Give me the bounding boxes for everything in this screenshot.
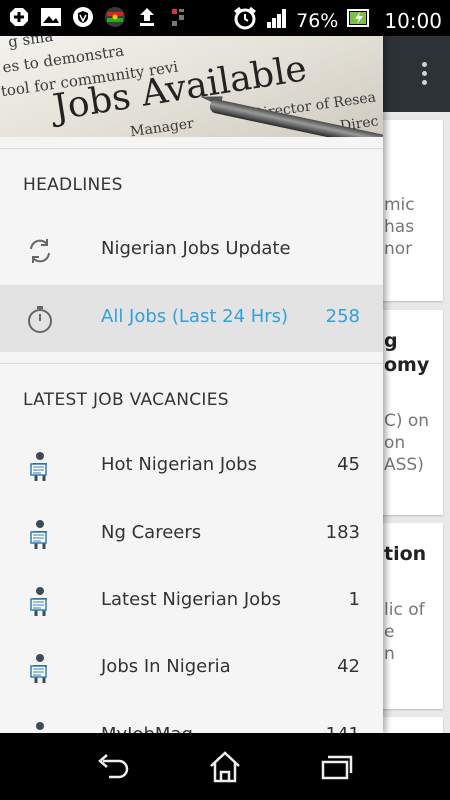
- navigation-drawer: g sma es to demonstra tool for community…: [0, 36, 383, 733]
- image-icon: [40, 6, 62, 28]
- nav-item-count: 42: [337, 656, 360, 677]
- data-icon: [168, 6, 190, 28]
- battery-icon: [346, 7, 370, 34]
- job-seeker-icon: [24, 586, 56, 618]
- card-text: ASS): [384, 455, 424, 475]
- nav-item-label: Latest Nigerian Jobs: [101, 589, 281, 610]
- sync-icon: [24, 235, 56, 267]
- section-title-headlines: HEADLINES: [23, 175, 123, 195]
- back-button[interactable]: [93, 747, 133, 787]
- nav-item-label: Ng Careers: [101, 522, 202, 543]
- nav-item-count: 45: [337, 454, 360, 475]
- newspaper-text: Manager: [129, 115, 195, 137]
- nav-item-myjobmag[interactable]: MyJobMag 141: [0, 703, 383, 733]
- stopwatch-icon: [24, 303, 56, 335]
- nav-item-label: Nigerian Jobs Update: [101, 238, 291, 259]
- add-icon: [8, 6, 30, 28]
- alarm-icon: [232, 5, 258, 36]
- nav-item-label: All Jobs (Last 24 Hrs): [101, 306, 289, 327]
- card-text: nor: [384, 239, 413, 259]
- divider: [0, 148, 383, 149]
- nav-item-label: MyJobMag: [101, 724, 193, 733]
- nav-item-all-jobs[interactable]: All Jobs (Last 24 Hrs) 258: [0, 285, 383, 352]
- card-text: n: [384, 644, 395, 664]
- newspaper-text: g sma: [6, 36, 55, 52]
- shield-icon: [72, 6, 94, 28]
- nav-item-nigerian-jobs-update[interactable]: Nigerian Jobs Update: [0, 217, 383, 284]
- overflow-menu-icon[interactable]: [422, 62, 428, 85]
- card-text: on: [384, 433, 406, 453]
- nav-item-count: 141: [326, 724, 360, 733]
- nav-item-label: Jobs In Nigeria: [101, 656, 231, 677]
- nav-item-hot-nigerian-jobs[interactable]: Hot Nigerian Jobs 45: [0, 433, 383, 500]
- section-title-latest-job-vacancies: LATEST JOB VACANCIES: [23, 390, 229, 410]
- home-button[interactable]: [205, 747, 245, 787]
- card-text: e: [384, 622, 395, 642]
- job-seeker-icon: [24, 519, 56, 551]
- upload-icon: [136, 6, 158, 28]
- system-navigation-bar: [0, 733, 450, 800]
- nav-item-count: 1: [348, 589, 360, 610]
- card-text: lic of: [384, 600, 425, 620]
- nav-item-count: 183: [325, 522, 360, 543]
- card-title: g: [384, 330, 398, 352]
- nav-item-label: Hot Nigerian Jobs: [101, 454, 257, 475]
- job-seeker-icon: [24, 451, 56, 483]
- recent-apps-button[interactable]: [317, 747, 357, 787]
- card-title: tion: [384, 543, 427, 565]
- clock: 10:00: [384, 8, 442, 33]
- status-bar: 76% 10:00: [0, 0, 450, 36]
- signal-icon: [266, 7, 288, 34]
- nav-item-latest-nigerian-jobs[interactable]: Latest Nigerian Jobs 1: [0, 568, 383, 635]
- battery-percent: 76%: [296, 9, 339, 32]
- flag-icon: [104, 6, 126, 28]
- drawer-header-image: g sma es to demonstra tool for community…: [0, 36, 383, 137]
- divider: [0, 363, 383, 364]
- card-text: mic: [384, 195, 415, 215]
- card-text: C) on: [384, 411, 430, 431]
- nav-item-jobs-in-nigeria[interactable]: Jobs In Nigeria 42: [0, 635, 383, 702]
- job-seeker-icon: [24, 721, 56, 733]
- job-seeker-icon: [24, 653, 56, 685]
- nav-item-ng-careers[interactable]: Ng Careers 183: [0, 501, 383, 568]
- card-text: has: [384, 217, 415, 237]
- nav-item-count: 258: [325, 306, 360, 327]
- card-title: omy: [384, 354, 430, 376]
